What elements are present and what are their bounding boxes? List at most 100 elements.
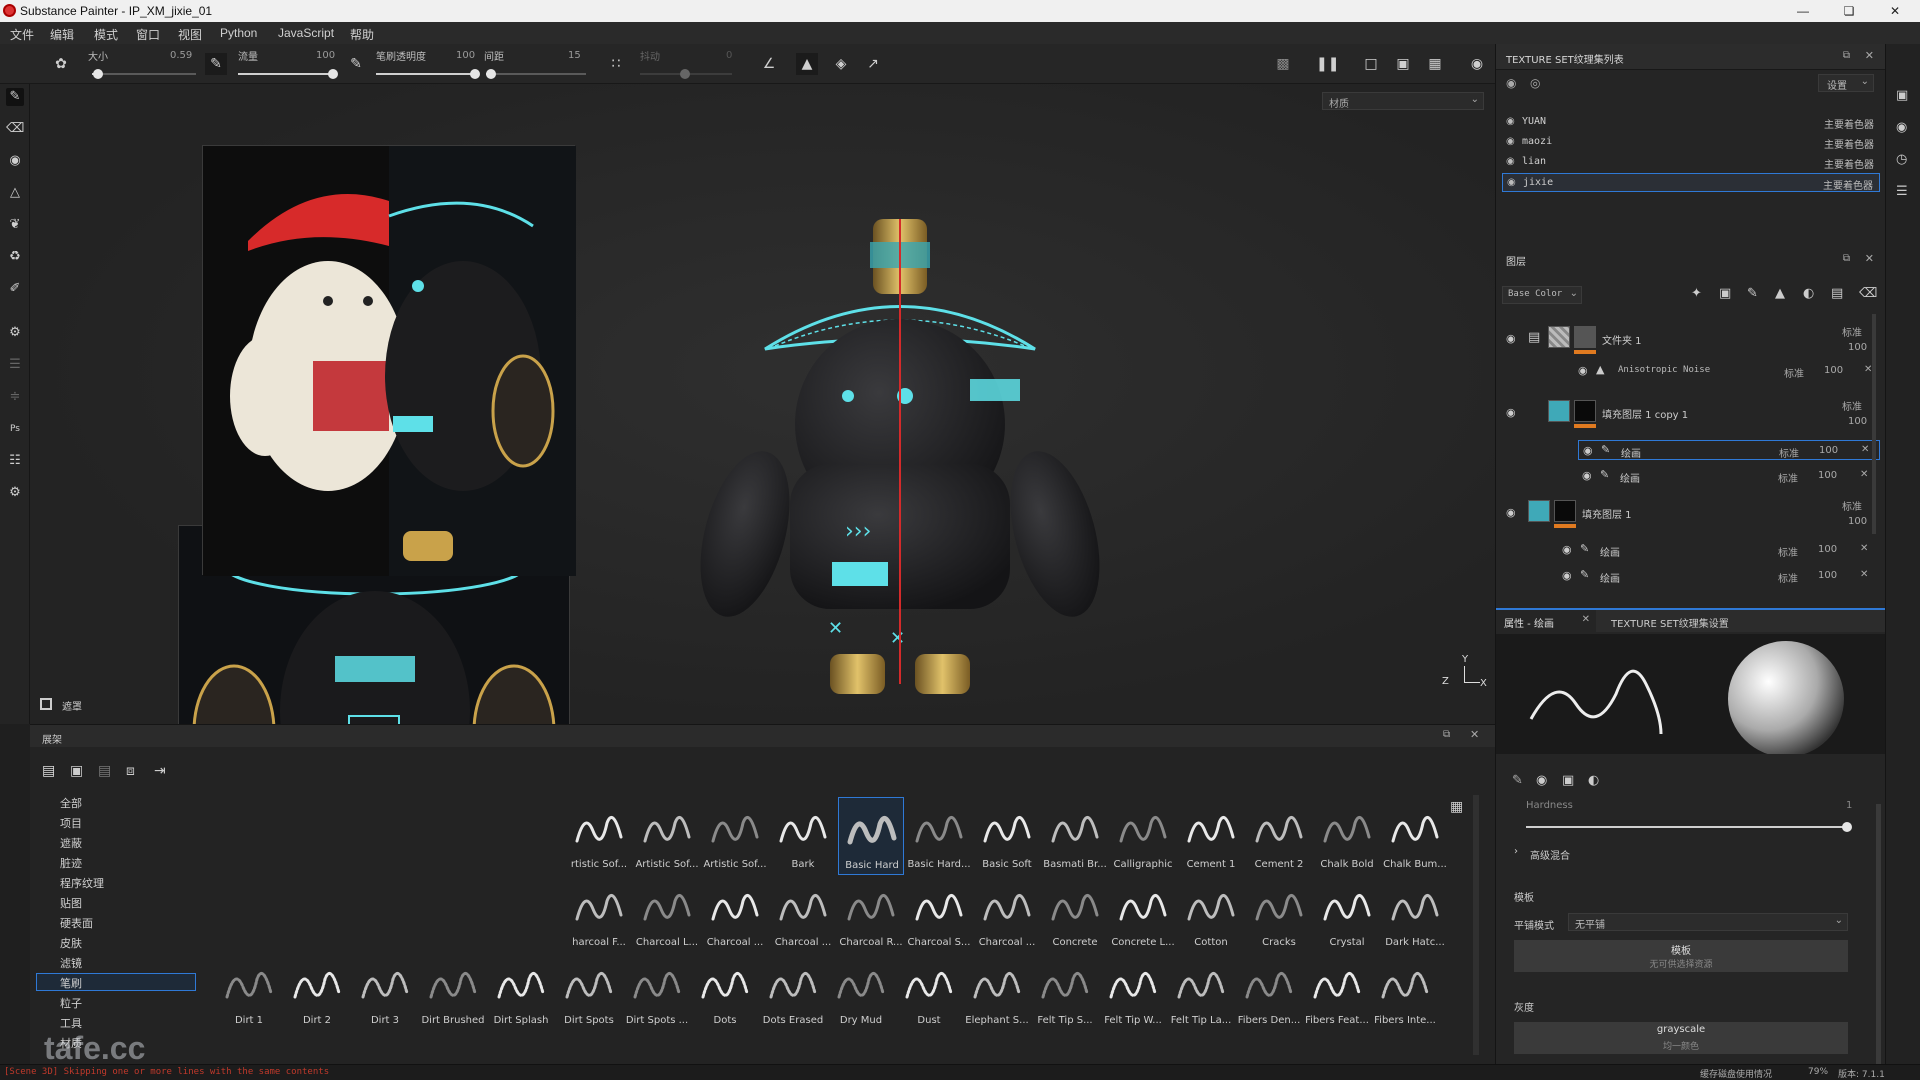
remove-layer-icon[interactable]: ✕ [1861,444,1869,455]
brush-item[interactable]: Cracks [1246,875,1312,953]
menu-edit[interactable]: 编辑 [50,26,74,43]
shelf-category-item[interactable]: 皮肤 [60,935,82,951]
smudge-icon[interactable]: ❦ [6,216,24,234]
float-icon[interactable]: ⧉ [1843,253,1850,264]
brush-item[interactable]: Dust [896,953,962,1031]
layer-row-paint-selected[interactable]: ◉ ✎ 绘画 标准 100 ✕ [1578,440,1880,460]
add-mask-icon[interactable]: ▣ [1719,286,1731,301]
stroke-opacity-value[interactable]: 100 [456,50,475,61]
brush-item[interactable]: Basic Hard [838,797,904,875]
grayscale-button[interactable]: grayscale 均一颜色 [1514,1022,1848,1054]
folder-icon[interactable]: ▤ [42,763,55,779]
status-log-message[interactable]: [Scene 3D] Skipping one or more lines wi… [4,1067,329,1077]
hide-filter-icon[interactable]: ⧈ [126,763,135,779]
texture-set-row[interactable]: ◉ YUAN 主要着色器 [1502,113,1880,132]
shader-name[interactable]: 主要着色器 [1824,136,1874,151]
add-smart-material-icon[interactable]: ◐ [1803,286,1814,301]
brush-item[interactable]: Dots [692,953,758,1031]
float-icon[interactable]: ⧉ [1843,50,1850,61]
layer-opacity[interactable]: 100 [1848,342,1867,353]
shelf-category-item[interactable]: 滤镜 [60,955,82,971]
float-icon[interactable]: ⧉ [1443,729,1450,740]
brush-item[interactable]: Basmati Br... [1042,797,1108,875]
minimize-button[interactable]: — [1780,0,1826,22]
brush-item[interactable]: Calligraphic [1110,797,1176,875]
brush-item[interactable]: Charcoal ... [974,875,1040,953]
layer-opacity[interactable]: 100 [1818,544,1837,555]
shelf-category-item[interactable]: 脏迹 [60,855,82,871]
menu-help[interactable]: 帮助 [350,26,374,43]
shader-name[interactable]: 主要着色器 [1824,116,1874,131]
layer-blend-mode[interactable]: 标准 [1784,365,1804,380]
brush-preset-icon[interactable]: ✿ [50,53,72,75]
eye-icon[interactable]: ◉ [1562,569,1572,582]
brush-item[interactable]: Cotton [1178,875,1244,953]
photoshop-icon[interactable]: Ps [6,420,24,438]
brush-item[interactable]: Basic Hard... [906,797,972,875]
brush-item[interactable]: Dark Hatc... [1382,875,1448,953]
clone-stamp-icon[interactable]: ♻ [6,248,24,266]
shelf-category-item[interactable]: 程序纹理 [60,875,104,891]
layer-opacity[interactable]: 100 [1848,516,1867,527]
layer-row-paint[interactable]: ◉ ✎ 绘画 标准 100 ✕ [1558,566,1880,586]
brush-item[interactable]: Charcoal ... [702,875,768,953]
brush-item[interactable]: Elephant S... [964,953,1030,1031]
angle-icon[interactable]: ∠ [758,53,780,75]
shelf-category-item[interactable]: 粒子 [60,995,82,1011]
export-icon[interactable]: ☷ [6,452,24,470]
layer-icon[interactable]: ☰ [6,356,24,374]
delete-layer-icon[interactable]: ⌫ [1859,286,1877,301]
close-icon[interactable]: ✕ [1470,728,1479,741]
color-picker-icon[interactable]: ✐ [6,280,24,298]
projection-icon[interactable]: ◉ [6,152,24,170]
eye-icon[interactable]: ◉ [1562,543,1572,556]
eye-icon[interactable]: ◉ [1507,177,1516,188]
layer-opacity[interactable]: 100 [1824,365,1843,376]
texture-set-row[interactable]: ◉ lian 主要着色器 [1502,153,1880,172]
brush-item[interactable]: Fibers Inte... [1372,953,1438,1031]
stencil-icon[interactable]: ◐ [1588,773,1599,788]
eye-icon[interactable]: ◉ [1578,364,1588,377]
layer-row-folder[interactable]: ◉ ▤ 文件夹 1 标准 100 [1502,322,1880,358]
add-fill-layer-icon[interactable]: ▲ [1775,286,1785,301]
add-paint-layer-icon[interactable]: ✎ [1747,286,1758,301]
shelf-category-item-selected[interactable]: 笔刷 [60,975,82,991]
bake-icon[interactable]: ⚙ [6,324,24,342]
material-mode-dropdown[interactable]: 材质 ⌄ [1322,92,1484,110]
tiling-dropdown[interactable]: 无平铺 ⌄ [1568,913,1848,931]
geometry-icon[interactable]: ≑ [6,388,24,406]
layer-opacity[interactable]: 100 [1818,470,1837,481]
properties-scrollbar[interactable] [1876,804,1881,1064]
hardness-slider[interactable] [1526,822,1852,832]
advanced-blend-label[interactable]: 高级混合 [1530,847,1570,862]
close-tab-icon[interactable]: ✕ [1582,614,1590,625]
brush-item[interactable]: Dirt Brushed [420,953,486,1031]
symmetry-icon[interactable]: ▲ [796,53,818,75]
texture-set-row-selected[interactable]: ◉ jixie 主要着色器 [1502,173,1880,192]
remove-layer-icon[interactable]: ✕ [1860,543,1868,554]
brush-item[interactable]: Dirt 2 [284,953,350,1031]
brush-item[interactable]: Fibers Den... [1236,953,1302,1031]
layers-scrollbar[interactable] [1872,314,1876,534]
brush-item[interactable]: Artistic Sof... [634,797,700,875]
brush-item[interactable]: Cement 2 [1246,797,1312,875]
layer-opacity[interactable]: 100 [1848,416,1867,427]
brush-item[interactable]: Crystal [1314,875,1380,953]
menu-file[interactable]: 文件 [10,26,34,43]
brush-item[interactable]: Cement 1 [1178,797,1244,875]
eye-icon[interactable]: ◉ [1506,332,1516,345]
brush-item[interactable]: Concrete L... [1110,875,1176,953]
lazy-mouse-icon[interactable]: ◈ [830,53,852,75]
export-shelf-icon[interactable]: ⇥ [154,763,166,779]
size-value[interactable]: 0.59 [170,50,192,61]
paint-brush-icon[interactable]: ✎ [6,88,24,106]
brush-item[interactable]: Felt Tip S... [1032,953,1098,1031]
brush-item[interactable]: Dirt 3 [352,953,418,1031]
eye-icon[interactable]: ◉ [1506,136,1515,147]
texture-set-row[interactable]: ◉ maozi 主要着色器 [1502,133,1880,152]
layer-blend-mode[interactable]: 标准 [1842,324,1862,339]
camera-mode-icon[interactable]: ▦ [1424,53,1446,75]
layer-row-paint[interactable]: ◉ ✎ 绘画 标准 100 ✕ [1558,540,1880,560]
hardness-value[interactable]: 1 [1846,800,1852,811]
brush-item[interactable]: Felt Tip W... [1100,953,1166,1031]
